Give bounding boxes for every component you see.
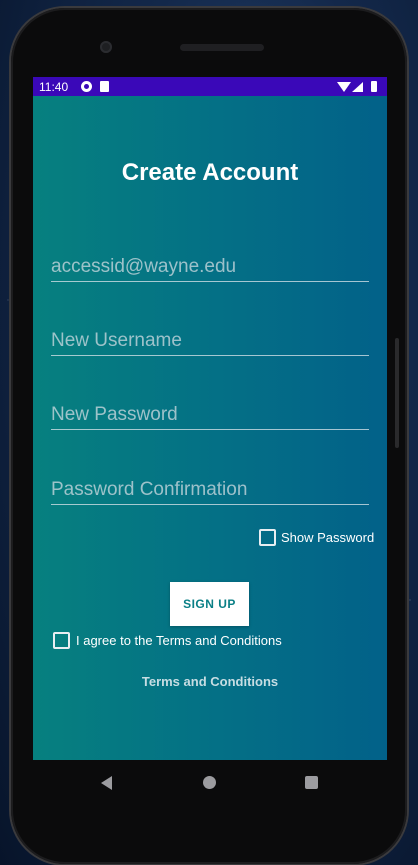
username-field-container — [51, 321, 369, 356]
battery-icon — [371, 81, 377, 92]
sd-card-icon — [100, 81, 109, 92]
home-icon[interactable] — [203, 776, 216, 789]
sign-up-button[interactable]: SIGN UP — [170, 582, 249, 626]
back-icon[interactable] — [101, 776, 112, 790]
status-bar: 11:40 — [33, 77, 387, 96]
navigation-bar — [33, 760, 387, 804]
wifi-icon — [337, 82, 351, 92]
recents-icon[interactable] — [305, 776, 318, 789]
email-field[interactable] — [51, 256, 369, 278]
power-button — [395, 338, 399, 448]
email-field-container — [51, 247, 369, 282]
agree-terms-checkbox[interactable] — [53, 632, 70, 649]
front-camera — [100, 41, 112, 53]
password-confirmation-field[interactable] — [51, 479, 369, 501]
username-field[interactable] — [51, 330, 369, 352]
app-notification-icon — [81, 81, 92, 92]
earpiece-speaker — [180, 44, 264, 51]
signal-icon — [352, 82, 363, 92]
password-field[interactable] — [51, 404, 369, 426]
terms-and-conditions-link[interactable]: Terms and Conditions — [33, 674, 387, 689]
password-confirmation-field-container — [51, 470, 369, 505]
agree-terms-label[interactable]: I agree to the Terms and Conditions — [76, 633, 282, 648]
create-account-screen: 11:40 Create Account Show Password SIGN … — [33, 77, 387, 760]
show-password-checkbox[interactable] — [259, 529, 276, 546]
show-password-label[interactable]: Show Password — [281, 530, 374, 545]
status-time: 11:40 — [39, 80, 69, 94]
page-title: Create Account — [121, 159, 299, 186]
password-field-container — [51, 395, 369, 430]
